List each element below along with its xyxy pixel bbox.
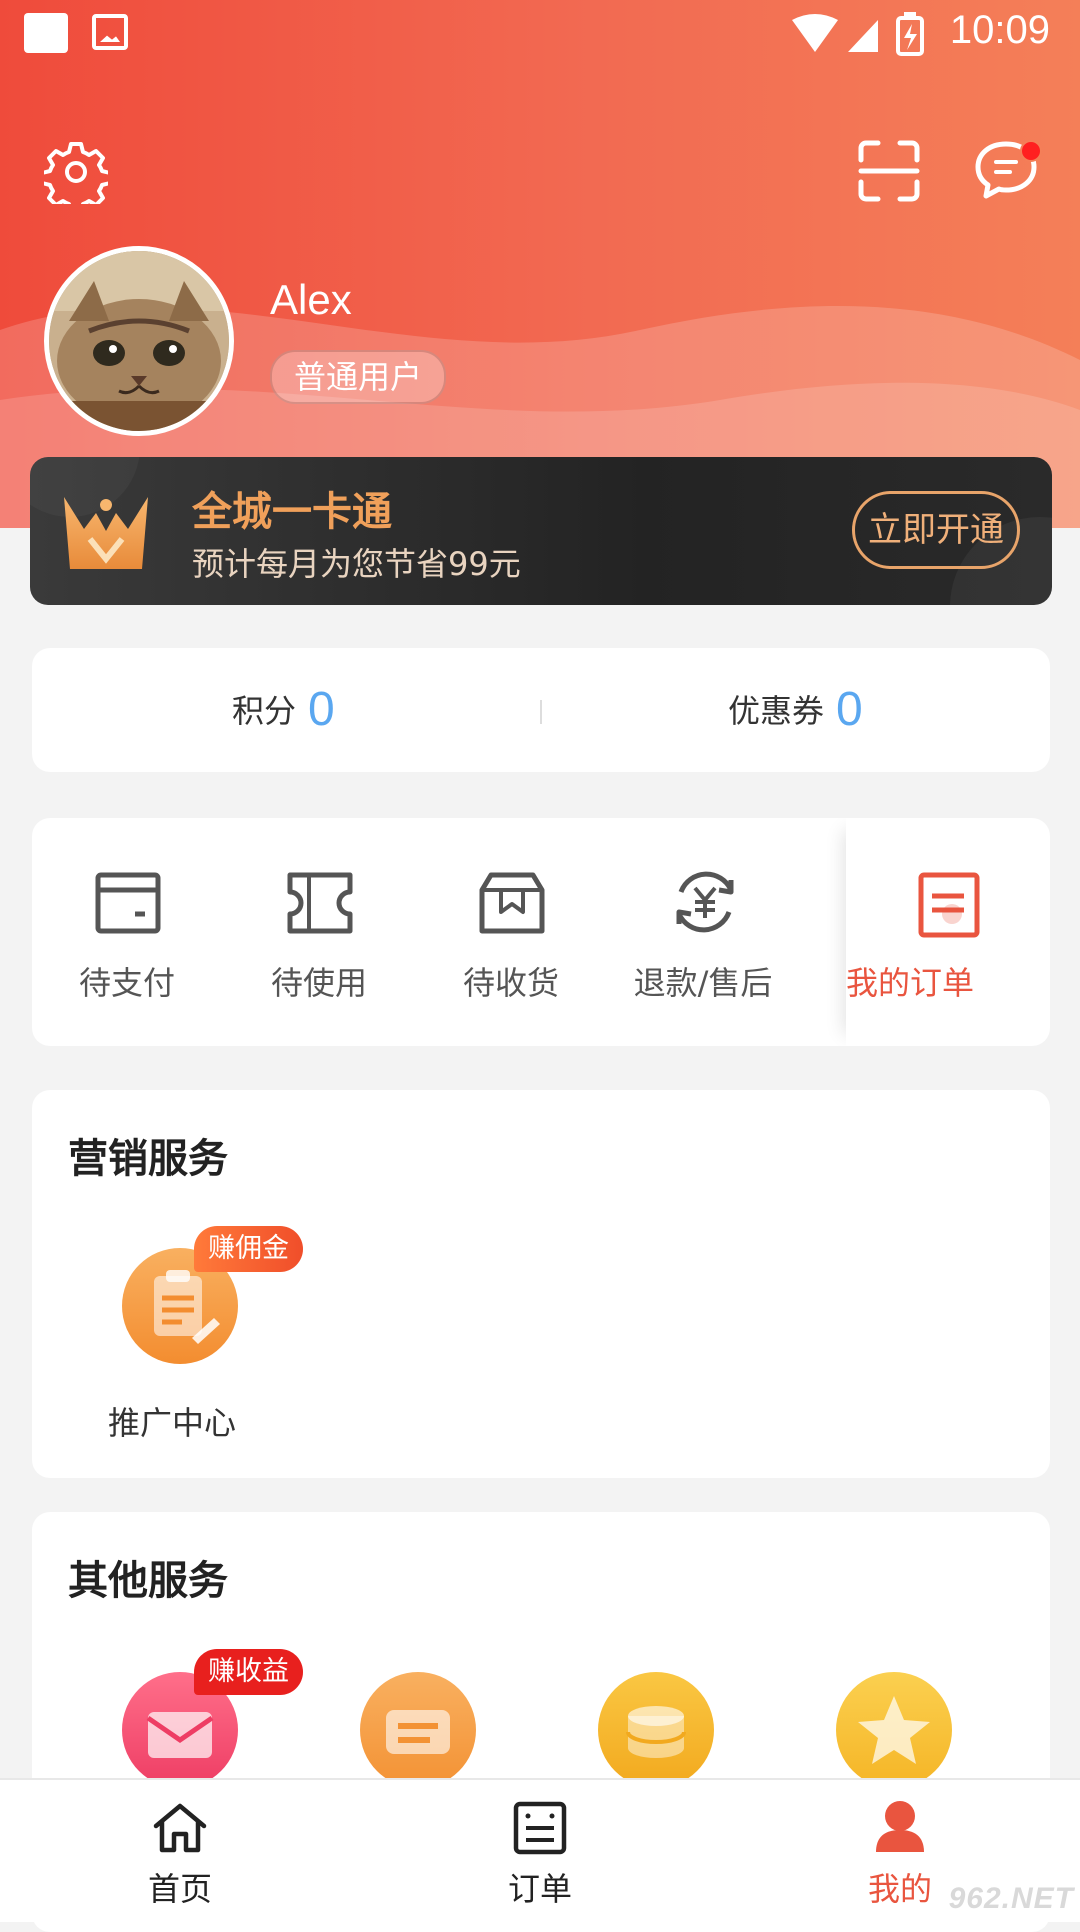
points-value: 0 <box>308 683 335 736</box>
nav-label: 订单 <box>507 1870 572 1908</box>
wallet-icon <box>95 872 161 934</box>
refund-icon <box>676 871 734 933</box>
section-title: 其他服务 <box>68 1558 228 1604</box>
service-label: 推广中心 <box>107 1404 236 1442</box>
coupons-label: 优惠券 <box>728 692 825 730</box>
order-refund[interactable]: 退款/售后 <box>608 818 798 1046</box>
scan-icon[interactable] <box>858 140 920 202</box>
city-card-banner[interactable]: 全城一卡通 预计每月为您节省99元 立即开通 <box>30 457 1052 605</box>
order-pending-use[interactable]: 待使用 <box>224 818 414 1046</box>
image-notification-icon <box>92 14 128 50</box>
clock: 10:09 <box>949 8 1050 52</box>
activate-button[interactable]: 立即开通 <box>852 491 1020 569</box>
banner-title: 全城一卡通 <box>192 489 392 535</box>
order-item-label: 待收货 <box>462 964 559 1002</box>
banner-subtitle: 预计每月为您节省99元 <box>192 545 521 583</box>
coupons-stat[interactable]: 优惠券 0 <box>728 648 863 772</box>
stats-card: 积分 0 优惠券 0 <box>32 648 1050 772</box>
user-icon <box>876 1801 924 1852</box>
commission-tag: 赚佣金 <box>194 1226 303 1272</box>
order-item-label: 退款/售后 <box>633 964 773 1002</box>
order-pending-receipt[interactable]: 待收货 <box>416 818 606 1046</box>
notification-icon <box>24 13 68 53</box>
signal-battery-icons <box>792 12 924 56</box>
star-icon <box>836 1672 952 1788</box>
home-icon <box>153 1803 207 1853</box>
earnings-tag: 赚收益 <box>194 1649 303 1695</box>
settings-gear-icon[interactable] <box>44 140 108 204</box>
nav-orders[interactable]: 订单 <box>440 1780 640 1922</box>
points-label: 积分 <box>232 692 297 730</box>
nav-label: 首页 <box>147 1870 212 1908</box>
stats-divider <box>540 700 542 724</box>
order-pending-payment[interactable]: 待支付 <box>32 818 222 1046</box>
order-item-label: 待使用 <box>270 964 367 1002</box>
orders-card: 待支付 待使用 待收货 退款/售后 我的订单 <box>32 818 1050 1046</box>
coins-icon <box>598 1672 714 1788</box>
cat-avatar-image <box>49 251 229 431</box>
avatar[interactable] <box>44 246 234 436</box>
my-orders[interactable]: 我的订单 <box>846 818 1050 1046</box>
box-icon <box>479 872 545 934</box>
order-icon <box>513 1801 567 1855</box>
my-orders-label: 我的订单 <box>846 964 975 1002</box>
points-stat[interactable]: 积分 0 <box>232 648 335 772</box>
coupons-value: 0 <box>836 683 863 736</box>
order-item-label: 待支付 <box>78 964 175 1002</box>
order-list-icon <box>918 872 980 938</box>
nav-home[interactable]: 首页 <box>80 1780 280 1922</box>
ticket-icon <box>287 872 353 934</box>
status-bar: 10:09 <box>0 0 1080 66</box>
card-icon <box>360 1672 476 1788</box>
watermark: 962.NET <box>948 1882 1074 1915</box>
profile-header: 10:09 Alex 普通用户 <box>0 0 1080 528</box>
unread-dot <box>1020 140 1042 162</box>
marketing-services-card: 营销服务 推广中心 赚佣金 <box>32 1090 1050 1478</box>
username: Alex <box>270 276 352 323</box>
crown-icon <box>64 497 148 569</box>
user-level-badge: 普通用户 <box>270 350 447 404</box>
bottom-navigation: 首页 订单 我的 962.NET <box>0 1778 1080 1922</box>
section-title: 营销服务 <box>68 1136 228 1182</box>
